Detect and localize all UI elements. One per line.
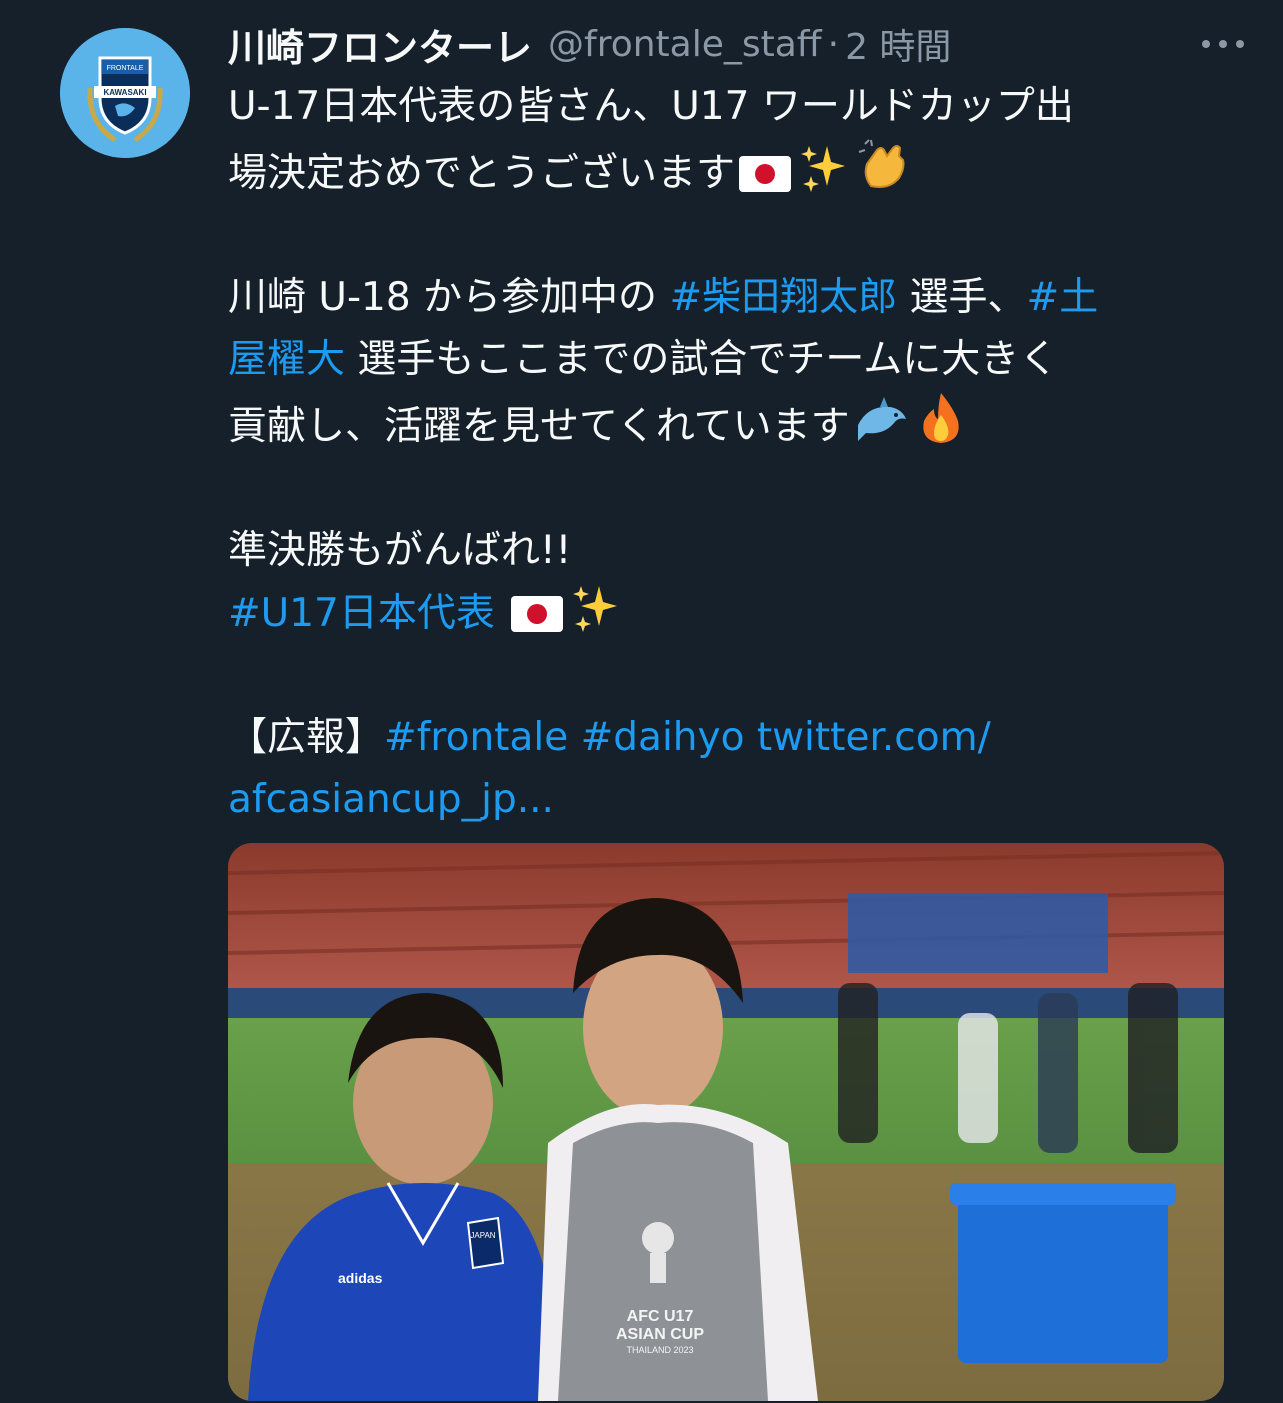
crest-band-text: KAWASAKI — [103, 88, 146, 97]
text-line: 場決定おめでとうございます — [228, 138, 1218, 205]
author-name[interactable]: 川崎フロンターレ — [228, 17, 532, 72]
text-span: 場決定おめでとうございます — [228, 151, 736, 196]
text-span: 川崎 U-18 から参加中の — [228, 275, 670, 320]
tweet-header: 川崎フロンターレ @frontale_staff · 2 時間 — [228, 14, 1253, 74]
profile-avatar[interactable]: FRONTALE KAWASAKI — [60, 28, 190, 158]
text-span: 選手、 — [897, 275, 1027, 320]
japan-flag-icon — [511, 596, 564, 632]
japan-flag-icon — [739, 156, 792, 192]
shirt-text-line-3: THAILAND 2023 — [626, 1345, 693, 1355]
hashtag-link[interactable]: #daihyo — [581, 715, 745, 760]
text-span: U-17日本代表の皆さん、U17 ワールドカップ出 — [228, 84, 1074, 129]
frontale-crest-logo: FRONTALE KAWASAKI — [60, 28, 190, 158]
crest-top-text: FRONTALE — [107, 65, 144, 72]
text-span: 準決勝もがんばれ!! — [228, 528, 572, 573]
text-span: 貢献し、活躍を見せてくれています — [228, 404, 850, 449]
separator-dot: · — [827, 23, 840, 65]
hashtag-link[interactable]: #柴田翔太郎 — [669, 275, 897, 320]
hashtag-link[interactable]: #U17日本代表 — [228, 591, 495, 636]
url-link[interactable]: twitter.com/ — [757, 715, 991, 760]
fire-icon — [918, 391, 964, 445]
clapping-hands-icon — [857, 138, 911, 192]
shirt-text-line-1: AFC U17 — [627, 1308, 694, 1325]
text-line: #U17日本代表 — [228, 582, 1218, 645]
text-line: 屋櫂大 選手もここまでの試合でチームに大きく — [228, 329, 1218, 391]
url-link[interactable]: afcasiancup_jp... — [228, 777, 554, 822]
text-line: 準決勝もがんばれ!! — [228, 520, 1218, 582]
tweet-timestamp[interactable]: 2 時間 — [845, 18, 951, 70]
sparkles-icon — [571, 582, 621, 632]
tweet-text: U-17日本代表の皆さん、U17 ワールドカップ出 場決定おめでとうございます … — [228, 76, 1218, 831]
shirt-text-line-2: ASIAN CUP — [616, 1326, 704, 1343]
text-line: afcasiancup_jp... — [228, 769, 1218, 831]
author-handle[interactable]: @frontale_staff — [548, 24, 822, 65]
text-span: 【広報】 — [228, 715, 385, 760]
text-span: 選手もここまでの試合でチームに大きく — [345, 337, 1059, 382]
text-line: 川崎 U-18 から参加中の #柴田翔太郎 選手、#土 — [228, 267, 1218, 329]
tweet-photo[interactable]: JAPAN adidas AFC U17 ASIAN CUP THAILAND … — [228, 843, 1224, 1401]
hashtag-link[interactable]: #土 — [1027, 275, 1099, 320]
crest-text: JAPAN — [470, 1231, 495, 1240]
text-line: 貢献し、活躍を見せてくれています — [228, 391, 1218, 458]
sparkles-icon — [799, 142, 849, 192]
hashtag-link[interactable]: 屋櫂大 — [228, 337, 345, 382]
jacket-brand-text: adidas — [338, 1270, 383, 1286]
more-horizontal-icon[interactable] — [1193, 22, 1253, 66]
dolphin-icon — [854, 395, 910, 445]
text-line: U-17日本代表の皆さん、U17 ワールドカップ出 — [228, 76, 1218, 138]
hashtag-link[interactable]: #frontale — [384, 715, 568, 760]
text-line: 【広報】#frontale #daihyo twitter.com/ — [228, 707, 1218, 769]
